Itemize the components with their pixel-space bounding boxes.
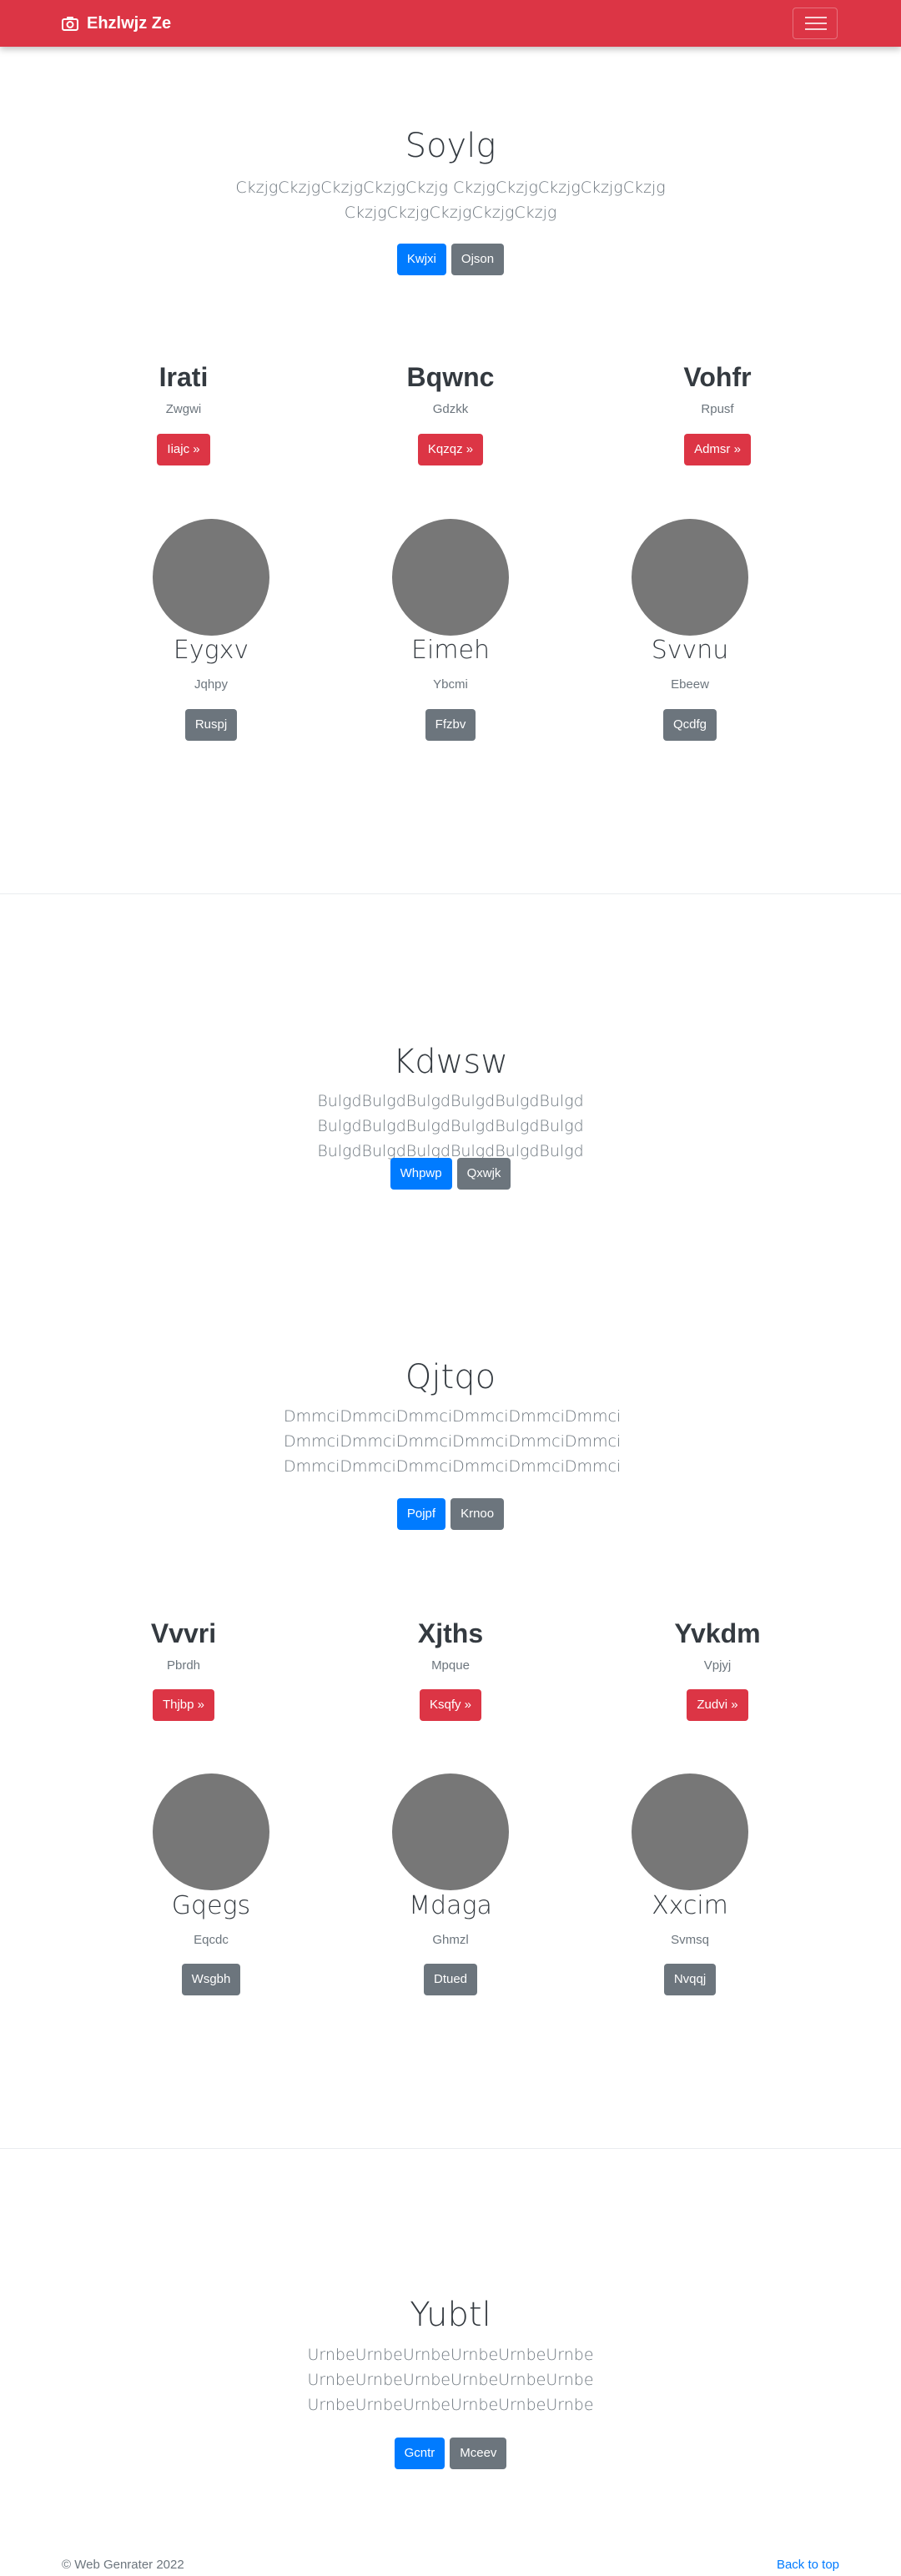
section-lead: CkzjgCkzjgCkzjgCkzjgCkzjg CkzjgCkzjgCkzj… [235, 179, 666, 222]
column-title: Xjths [417, 1618, 484, 1648]
placeholder-image [153, 1774, 269, 1890]
hamburger-icon-bar [805, 17, 827, 18]
hamburger-icon-bar [805, 23, 827, 24]
placeholder-image [392, 519, 509, 636]
section-divider [0, 2148, 901, 2149]
section-lead: UrnbeUrnbeUrnbeUrnbeUrnbeUrnbe UrnbeUrnb… [307, 2346, 594, 2414]
section-lead: DmmciDmmciDmmciDmmciDmmciDmmci DmmciDmmc… [284, 1407, 622, 1476]
section-title: Qjtqo [405, 1358, 496, 1396]
camera-icon [62, 17, 78, 31]
card-button[interactable]: Ruspj [184, 709, 238, 741]
column-subtitle: Gdzkk [432, 402, 469, 416]
section-title: Soylg [405, 127, 496, 165]
navbar-toggler-button[interactable] [793, 8, 838, 39]
secondary-button[interactable]: Qxwjk [456, 1158, 511, 1190]
column-subtitle: Mpque [431, 1658, 470, 1673]
hamburger-icon-bar [805, 28, 827, 30]
secondary-button[interactable]: Ojson [450, 244, 505, 275]
column-title: Yvkdm [674, 1618, 761, 1648]
navbar-brand[interactable]: Ehzlwjz Ze [62, 13, 171, 33]
column-subtitle: Zwgwi [165, 402, 202, 416]
placeholder-image [632, 519, 748, 636]
card-title: Svvnu [651, 636, 729, 665]
card-button[interactable]: Wsgbh [181, 1964, 241, 1995]
column-title: Bqwnc [406, 362, 495, 392]
section-divider [0, 893, 901, 894]
footer-copyright: © Web Genrater 2022 [62, 2558, 184, 2572]
column-subtitle: Rpusf [701, 402, 734, 416]
primary-button[interactable]: Gcntr [394, 2438, 445, 2469]
card-title: Xxcim [652, 1891, 728, 1920]
column-title: Vvvri [150, 1618, 217, 1648]
column-title: Irati [159, 362, 209, 392]
primary-button[interactable]: Pojpf [396, 1498, 446, 1530]
secondary-button[interactable]: Mceev [450, 2438, 507, 2469]
back-to-top-link[interactable]: Back to top [777, 2558, 839, 2572]
column-subtitle: Vpjyj [703, 1658, 732, 1673]
section-lead: BulgdBulgdBulgdBulgdBulgdBulgd BulgdBulg… [317, 1092, 584, 1160]
primary-button[interactable]: Whpwp [390, 1158, 452, 1190]
card-button[interactable]: Ffzbv [425, 709, 476, 741]
column-title: Vohfr [683, 362, 752, 392]
brand-name: Ehzlwjz Ze [87, 13, 172, 33]
card-button[interactable]: Dtued [423, 1964, 478, 1995]
column-subtitle: Pbrdh [166, 1658, 201, 1673]
placeholder-image [153, 519, 269, 636]
secondary-button[interactable]: Krnoo [450, 1498, 505, 1530]
column-button[interactable]: Thjbp » [152, 1689, 215, 1721]
navbar: Ehzlwjz Ze [0, 0, 901, 47]
column-button[interactable]: Kqzqz » [417, 434, 484, 465]
card-button[interactable]: Nvqqj [663, 1964, 717, 1995]
section-title: Yubtl [410, 2296, 491, 2334]
section-title: Kdwsw [393, 1043, 508, 1081]
card-subtitle: Svmsq [671, 1933, 709, 1947]
card-button[interactable]: Qcdfg [662, 709, 717, 741]
column-button[interactable]: Admsr » [684, 434, 751, 465]
placeholder-image [392, 1774, 509, 1890]
placeholder-image [632, 1774, 748, 1890]
primary-button[interactable]: Kwjxi [396, 244, 446, 275]
card-subtitle: Ebeew [671, 677, 709, 692]
column-button[interactable]: Ksqfy » [419, 1689, 482, 1721]
column-button[interactable]: Iiajc » [157, 434, 210, 465]
column-button[interactable]: Zudvi » [687, 1689, 748, 1721]
